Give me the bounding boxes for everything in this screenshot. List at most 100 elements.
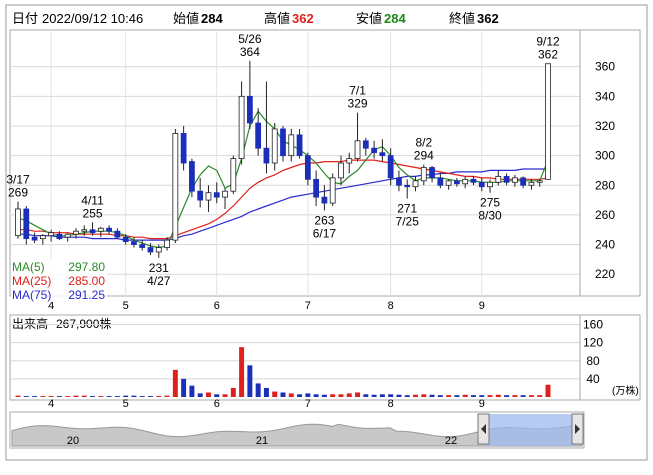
candle-body — [23, 208, 30, 240]
high-value: 362 — [292, 11, 314, 26]
candle-body — [454, 180, 460, 185]
candle-body — [445, 180, 452, 186]
volume-bar — [98, 396, 104, 397]
volume-x-tick: 9 — [479, 398, 485, 410]
candle — [23, 206, 30, 245]
volume-y-tick: 160 — [583, 318, 603, 332]
volume-bar — [396, 394, 402, 397]
volume-bar — [504, 395, 510, 397]
annotation-value: 269 — [8, 186, 28, 200]
candle-body — [222, 190, 228, 198]
volume-bar — [56, 396, 62, 397]
volume-bar — [528, 395, 534, 397]
volume-bar — [288, 393, 294, 397]
candle-body — [487, 181, 493, 188]
price-x-tick: 9 — [479, 300, 485, 312]
volume-bar — [545, 384, 551, 397]
annotation-date: 6/17 — [313, 226, 337, 240]
volume-bar — [305, 393, 311, 397]
volume-bar — [537, 395, 543, 397]
candle — [329, 173, 336, 207]
candle-body — [106, 227, 112, 232]
high-label: 高値 — [264, 11, 290, 26]
candle-body — [379, 152, 386, 157]
candle-body — [536, 180, 543, 183]
volume-x-tick: 6 — [214, 398, 220, 410]
candle-body — [462, 178, 469, 185]
candle-body — [246, 95, 253, 124]
volume-bar — [520, 395, 526, 397]
candle-body — [147, 247, 154, 253]
volume-bar — [429, 394, 435, 397]
volume-bar — [139, 396, 145, 397]
volume-bar — [148, 396, 153, 397]
candle-body — [48, 232, 55, 237]
legend-ma5-value: 297.80 — [68, 260, 105, 274]
candle-body — [288, 134, 295, 157]
candle-body — [197, 190, 204, 201]
volume-bar — [255, 383, 261, 397]
candle-body — [73, 230, 79, 235]
candle-body — [478, 181, 485, 188]
volume-bar — [379, 394, 385, 397]
candle-body — [155, 247, 162, 253]
ma-legend: MA(5) 297.80 MA(25) 285.00 MA(75) 291.25 — [11, 259, 107, 302]
volume-bar — [131, 395, 137, 397]
volume-bar — [297, 394, 303, 397]
candle-body — [396, 177, 402, 186]
annotation-value: 362 — [538, 48, 558, 62]
price-y-tick: 360 — [595, 60, 615, 74]
candle-body — [313, 178, 320, 198]
volume-x-tick: 8 — [388, 398, 394, 410]
volume-x-tick: 7 — [305, 398, 311, 410]
volume-bar — [40, 396, 46, 397]
volume-bar — [222, 394, 228, 397]
candle-body — [64, 233, 71, 238]
candle-body — [213, 192, 220, 198]
legend-ma5-name: MA(5) — [12, 260, 45, 274]
candle-body — [329, 177, 336, 204]
price-x-tick: 8 — [388, 300, 394, 312]
candle-body — [511, 177, 518, 183]
annotation-value: 294 — [414, 149, 434, 163]
volume-bar — [454, 395, 460, 397]
navigator-label-22: 22 — [445, 435, 457, 447]
candle — [545, 63, 551, 180]
price-x-tick: 7 — [305, 300, 311, 312]
candle-body — [528, 181, 535, 186]
navigator[interactable]: 20 21 22 — [9, 411, 585, 449]
volume-bar — [280, 392, 286, 397]
volume-bar — [338, 394, 344, 397]
price-x-tick: 5 — [123, 300, 129, 312]
volume-bar — [263, 387, 269, 397]
volume-x-tick: 4 — [48, 398, 54, 410]
candle-body — [39, 235, 46, 240]
volume-bar — [114, 396, 120, 397]
annotation-value: 271 — [397, 202, 417, 216]
volume-value: 267,900株 — [56, 316, 111, 331]
volume-bar — [239, 347, 245, 397]
candle-body — [131, 241, 137, 245]
candle-body — [495, 175, 502, 183]
candle-body — [545, 63, 551, 180]
datetime-value: 2022/09/12 10:46 — [42, 11, 143, 26]
candle-body — [56, 233, 63, 240]
candle-body — [230, 158, 237, 192]
price-y-tick: 220 — [595, 267, 615, 281]
candle — [271, 123, 278, 171]
candle-body — [437, 177, 444, 186]
annotation-date: 4/27 — [147, 274, 171, 288]
navigator-selection[interactable] — [485, 414, 574, 446]
volume-bar — [487, 395, 493, 397]
annotation-value: 255 — [83, 206, 103, 220]
candle — [189, 158, 195, 198]
annotation-date: 4/11 — [81, 193, 104, 207]
annotation-value: 364 — [240, 45, 260, 59]
candle-body — [296, 134, 303, 157]
candle-body — [470, 178, 477, 183]
volume-bar — [156, 396, 162, 397]
volume-bar — [479, 395, 485, 397]
candle-body — [503, 175, 510, 183]
navigator-label-20: 20 — [67, 435, 79, 447]
candle-body — [346, 158, 353, 164]
